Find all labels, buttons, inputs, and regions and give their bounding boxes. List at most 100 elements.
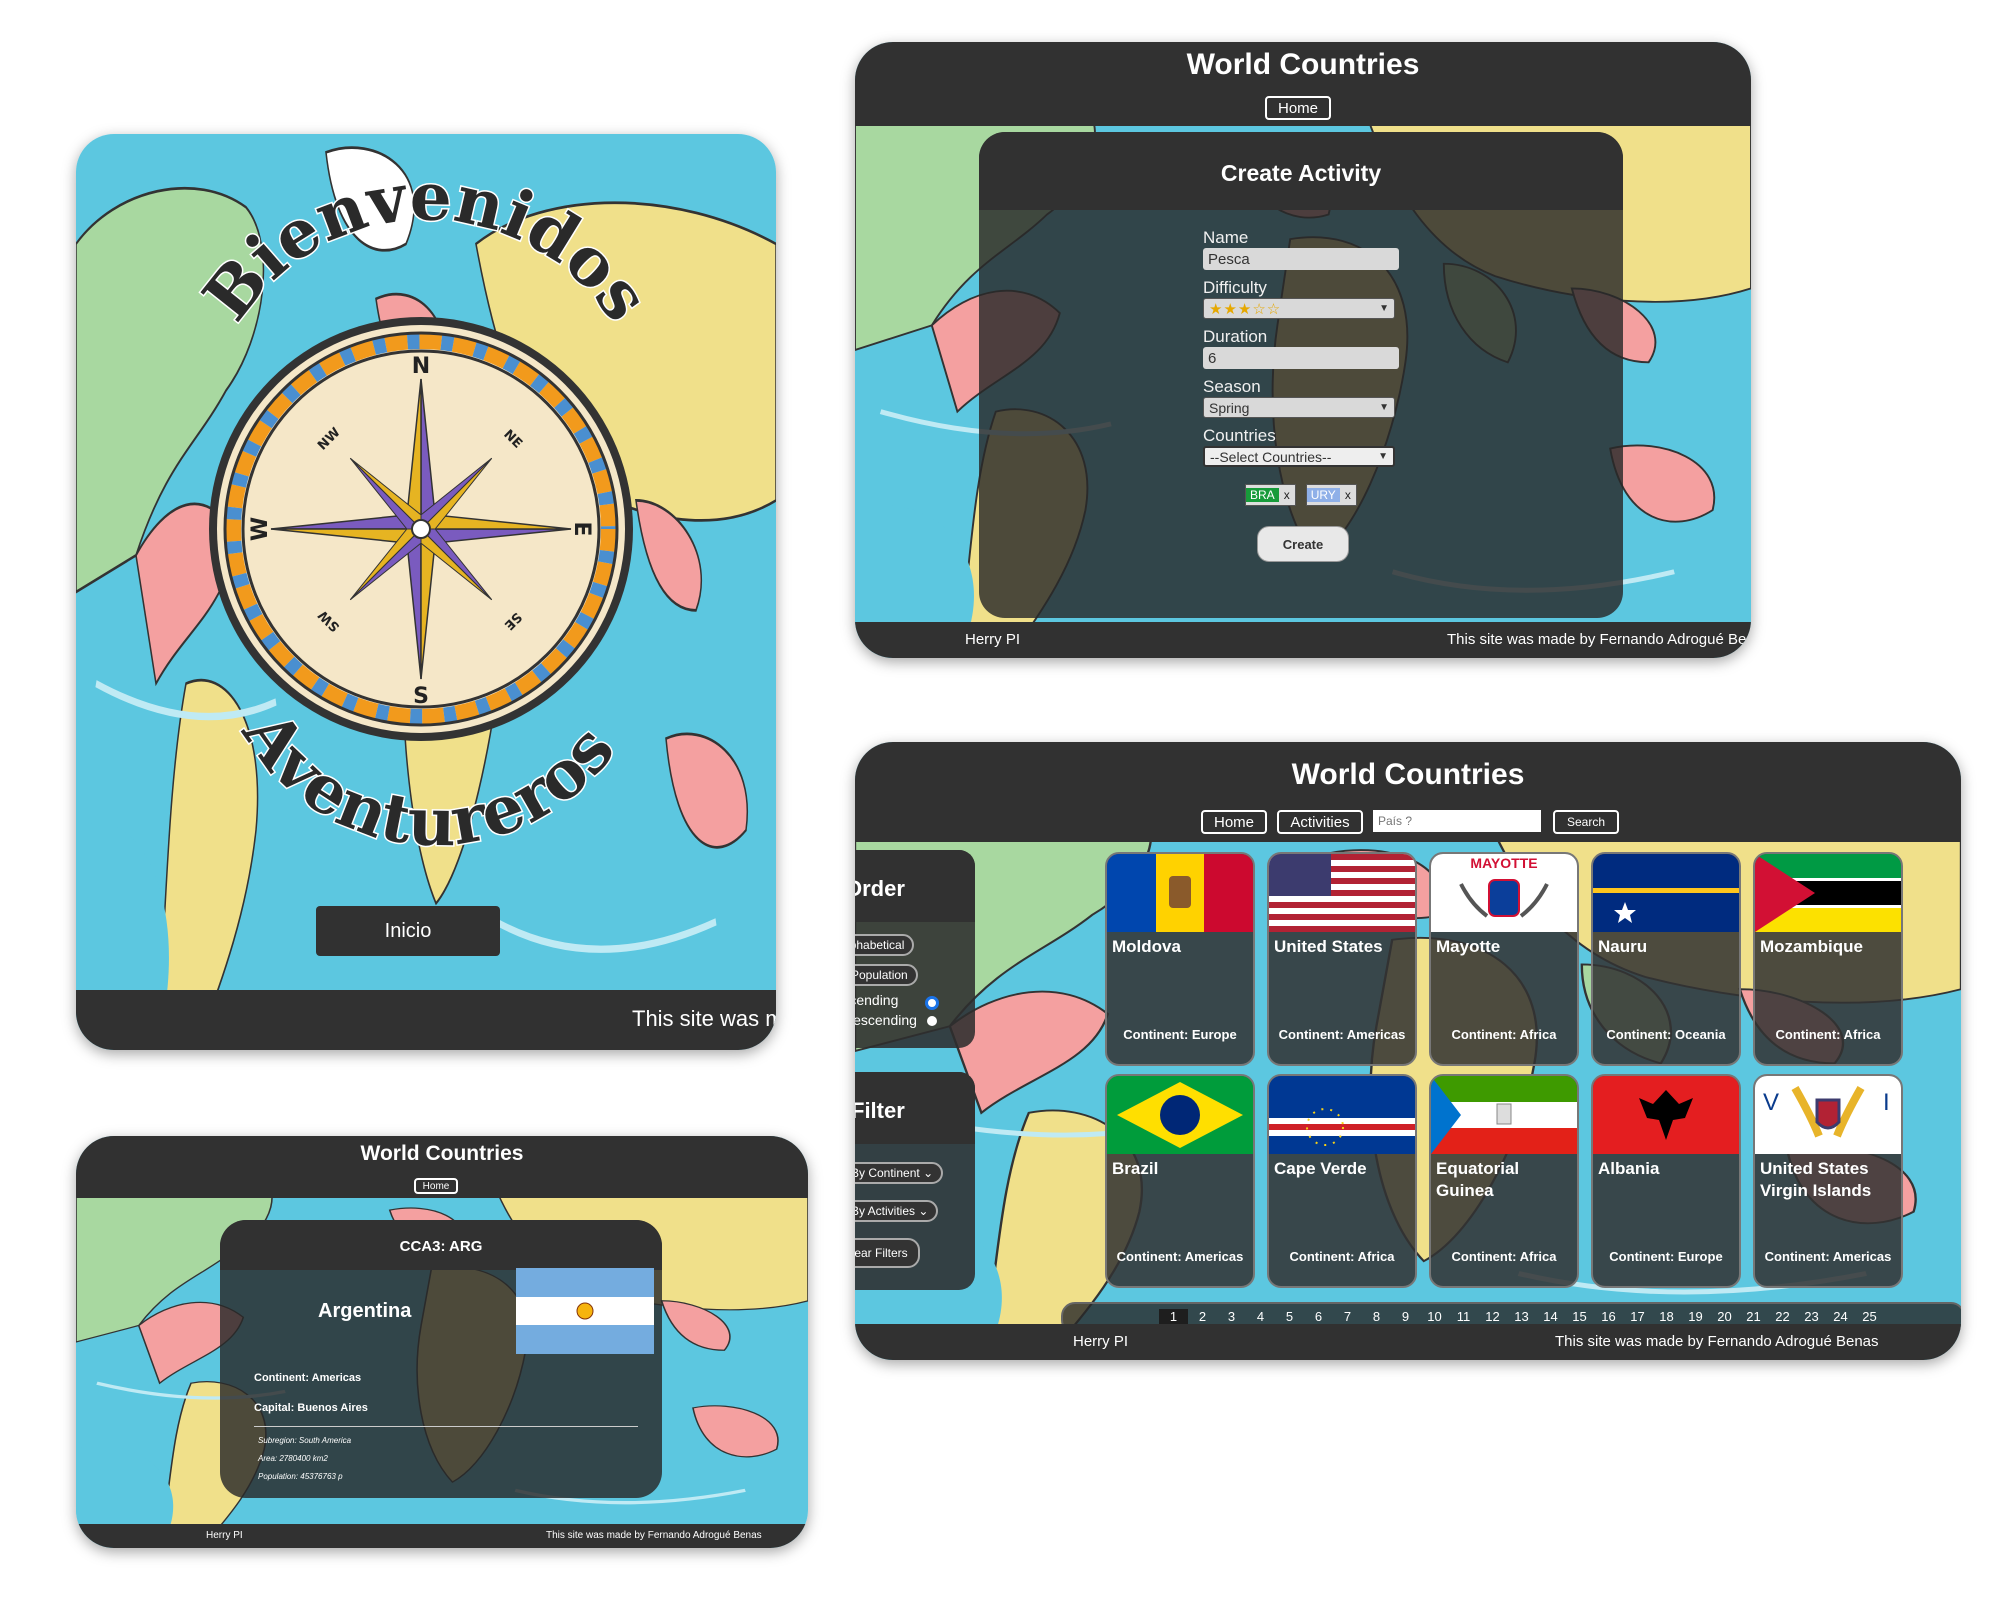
country-card[interactable]: V I United States Virgin Islands Contine… xyxy=(1753,1074,1903,1288)
page-button[interactable]: 19 xyxy=(1681,1309,1710,1324)
descending-radio[interactable] xyxy=(927,1016,937,1026)
country-card[interactable]: Brazil Continent: Americas xyxy=(1105,1074,1255,1288)
capeverde-flag-icon xyxy=(1269,1076,1415,1154)
countries-home-screen: World Countries Home Activities Search O… xyxy=(855,742,1961,1360)
home-button[interactable]: Home xyxy=(414,1178,458,1194)
page-button[interactable]: 7 xyxy=(1333,1309,1362,1324)
create-activity-screen: World Countries Home Create Activity Nam… xyxy=(855,42,1751,658)
page-button[interactable]: 15 xyxy=(1565,1309,1594,1324)
page-button[interactable]: 20 xyxy=(1710,1309,1739,1324)
country-detail-card: CCA3: ARG Argentina Continent: Americas … xyxy=(220,1220,662,1498)
season-select[interactable]: Spring ▼ xyxy=(1203,397,1395,418)
page-button[interactable]: 4 xyxy=(1246,1309,1275,1324)
population-button[interactable]: Population xyxy=(855,964,918,986)
card-country-name: Moldova xyxy=(1112,937,1181,956)
card-country-name: Albania xyxy=(1598,1159,1660,1178)
page-button[interactable]: 12 xyxy=(1478,1309,1507,1324)
ascending-label: Ascending xyxy=(855,992,899,1008)
home-button[interactable]: Home xyxy=(1201,810,1267,834)
page-button[interactable]: 13 xyxy=(1507,1309,1536,1324)
cca3-code: CCA3: ARG xyxy=(399,1238,483,1255)
card-country-name: Cape Verde xyxy=(1274,1159,1367,1178)
card-continent: Continent: Europe xyxy=(1123,1027,1237,1042)
season-label: Season xyxy=(1203,377,1261,396)
continent-filter-select[interactable]: By Continent ⌄ xyxy=(855,1162,944,1184)
chevron-down-icon: ⌄ xyxy=(923,1166,934,1180)
page-button[interactable]: 3 xyxy=(1217,1309,1246,1324)
activities-filter-select[interactable]: By Activities ⌄ xyxy=(855,1200,939,1222)
remove-chip-button[interactable]: x xyxy=(1279,488,1295,502)
card-country-name: Equatorial Guinea xyxy=(1436,1159,1520,1200)
chevron-down-icon: ▼ xyxy=(1378,451,1388,462)
usvi-flag-icon: V I xyxy=(1755,1076,1901,1154)
chevron-down-icon: ▼ xyxy=(1379,402,1389,413)
clear-filters-button[interactable]: Clear Filters xyxy=(855,1238,920,1268)
card-country-name: United States Virgin Islands xyxy=(1760,1159,1872,1200)
page-button[interactable]: 6 xyxy=(1304,1309,1333,1324)
country-chip-ury: URY x xyxy=(1305,484,1357,506)
countries-select[interactable]: --Select Countries-- ▼ xyxy=(1203,446,1395,467)
card-continent: Continent: Americas xyxy=(1764,1249,1892,1264)
divider xyxy=(254,1426,638,1427)
page-button[interactable]: 21 xyxy=(1739,1309,1768,1324)
footer-left: Herry PI xyxy=(965,631,1021,648)
remove-chip-button[interactable]: x xyxy=(1340,488,1356,502)
form-title: Create Activity xyxy=(1220,160,1382,186)
page-button[interactable]: 24 xyxy=(1826,1309,1855,1324)
page-button[interactable]: 17 xyxy=(1623,1309,1652,1324)
create-header: World Countries Home xyxy=(855,42,1751,126)
header-title: World Countries xyxy=(360,1142,524,1165)
page-button[interactable]: 18 xyxy=(1652,1309,1681,1324)
card-continent: Continent: Africa xyxy=(1451,1249,1557,1264)
create-button[interactable]: Create xyxy=(1257,526,1349,562)
page-button[interactable]: 23 xyxy=(1797,1309,1826,1324)
home-header: World Countries Home Activities Search xyxy=(855,742,1961,842)
country-card[interactable]: MAYOTTE Mayotte Continent: Africa xyxy=(1429,852,1579,1066)
country-card[interactable]: United States Continent: Americas xyxy=(1267,852,1417,1066)
header-title: World Countries xyxy=(1186,48,1420,81)
ascending-radio[interactable] xyxy=(925,996,939,1010)
page-button[interactable]: 14 xyxy=(1536,1309,1565,1324)
home-button[interactable]: Home xyxy=(1265,96,1331,120)
continent-filter-label: By Continent xyxy=(855,1166,920,1180)
country-card[interactable]: Mozambique Continent: Africa xyxy=(1753,852,1903,1066)
country-card[interactable]: Nauru Continent: Oceania xyxy=(1591,852,1741,1066)
page-button[interactable]: 11 xyxy=(1449,1309,1478,1324)
country-chip-bra: BRA x xyxy=(1245,484,1296,506)
page-button[interactable]: 9 xyxy=(1391,1309,1420,1324)
page-button[interactable]: 2 xyxy=(1188,1309,1217,1324)
page-button[interactable]: 10 xyxy=(1420,1309,1449,1324)
page-button[interactable]: 1 xyxy=(1159,1309,1188,1324)
activities-button[interactable]: Activities xyxy=(1277,810,1363,834)
card-continent: Continent: Americas xyxy=(1278,1027,1406,1042)
page-button[interactable]: 16 xyxy=(1594,1309,1623,1324)
descending-label: Descending xyxy=(855,1012,917,1028)
duration-label: Duration xyxy=(1203,327,1268,346)
search-input[interactable] xyxy=(1373,810,1541,832)
create-activity-form: Create Activity Name Difficulty ★★★☆☆ ▼ … xyxy=(979,132,1623,618)
name-input[interactable] xyxy=(1203,248,1399,270)
country-card[interactable]: Equatorial Guinea Continent: Africa xyxy=(1429,1074,1579,1288)
country-card[interactable]: Albania Continent: Europe xyxy=(1591,1074,1741,1288)
page-button[interactable]: 22 xyxy=(1768,1309,1797,1324)
footer-right: This site was made by Fernando Adrogué B… xyxy=(546,1530,762,1541)
country-name: Argentina xyxy=(318,1300,412,1322)
header-title: World Countries xyxy=(1291,758,1525,791)
page-button[interactable]: 8 xyxy=(1362,1309,1391,1324)
search-button[interactable]: Search xyxy=(1553,810,1619,834)
difficulty-value: ★★★☆☆ xyxy=(1209,300,1282,318)
inicio-button[interactable]: Inicio xyxy=(316,906,500,956)
country-card[interactable]: Moldova Continent: Europe xyxy=(1105,852,1255,1066)
footer-left: Herry PI xyxy=(1073,1333,1129,1350)
difficulty-select[interactable]: ★★★☆☆ ▼ xyxy=(1203,298,1395,319)
country-card[interactable]: Cape Verde Continent: Africa xyxy=(1267,1074,1417,1288)
countries-value: --Select Countries-- xyxy=(1210,448,1332,465)
page-button[interactable]: 25 xyxy=(1855,1309,1884,1324)
page-button[interactable]: 5 xyxy=(1275,1309,1304,1324)
capital-info: Capital: Buenos Aires xyxy=(254,1402,368,1414)
card-continent: Continent: Europe xyxy=(1609,1249,1723,1264)
duration-input[interactable] xyxy=(1203,347,1399,369)
area-info: Area: 2780400 km2 xyxy=(258,1454,328,1463)
alphabetical-button[interactable]: Alphabetical xyxy=(855,934,915,956)
chip-code: URY xyxy=(1306,488,1340,502)
